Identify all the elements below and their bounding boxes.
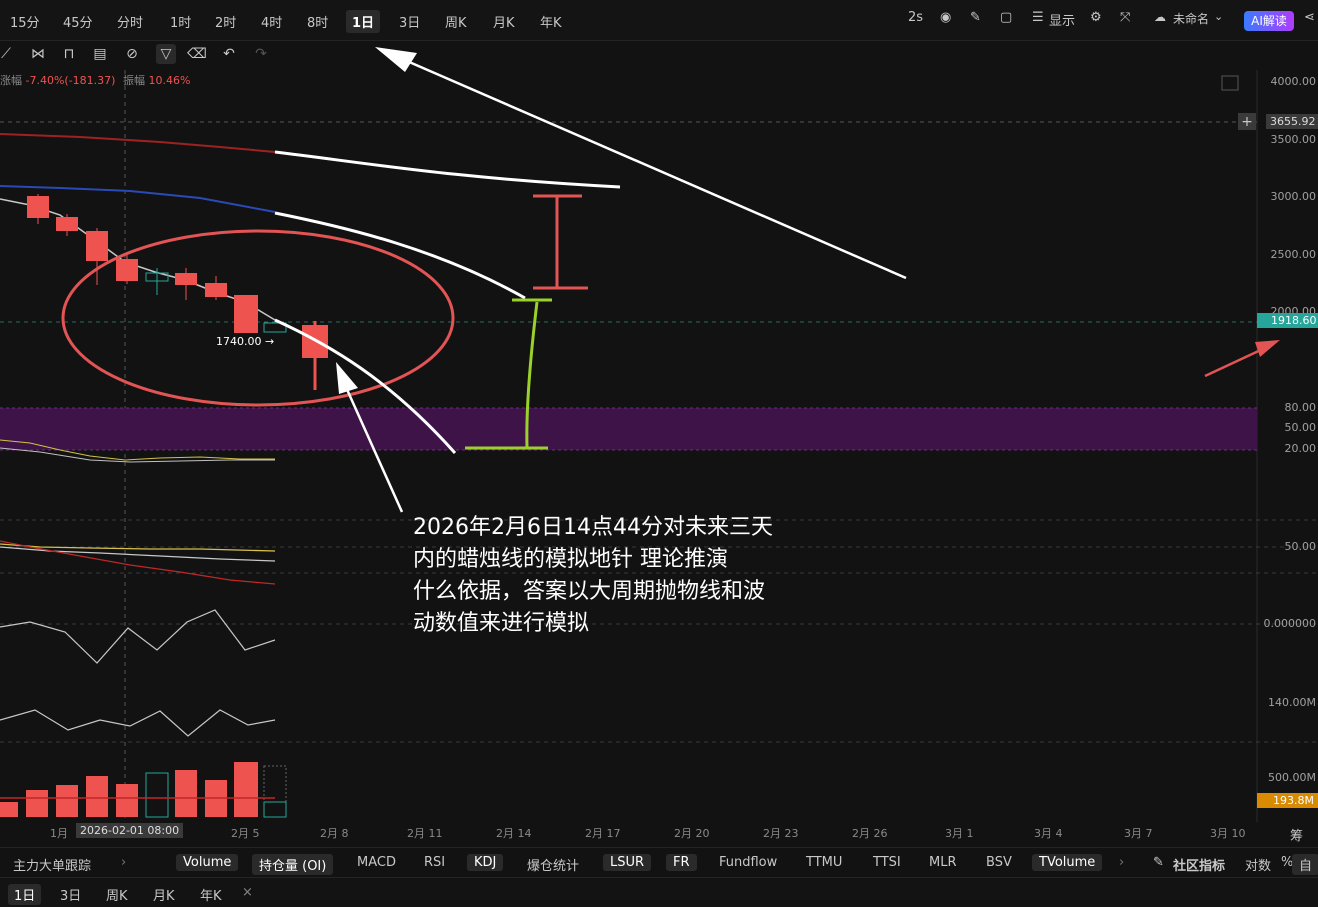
tab-month[interactable]: 月K: [147, 884, 181, 905]
annotation-line-4: 动数值来进行模拟: [413, 611, 590, 636]
x-tick: 2月 17: [585, 827, 621, 840]
indicator-bsv[interactable]: BSV: [979, 854, 1019, 871]
volume-bar: [263, 801, 287, 818]
annotation-line-1: 2026年2月6日14点44分对未来三天: [413, 515, 773, 540]
volume-bar: [26, 790, 48, 817]
arrow-to-timeframe-head: [375, 47, 417, 72]
projection-mid-curve: [274, 211, 526, 300]
volume-tick: 500.00M: [1268, 771, 1316, 784]
indicator-volume[interactable]: Volume: [176, 854, 239, 871]
indicator-mlr[interactable]: MLR: [922, 854, 964, 871]
indicator-oi[interactable]: 持仓量 (OI): [252, 854, 334, 875]
x-tick: 3月 4: [1034, 827, 1063, 840]
chevron-right-icon[interactable]: ›: [114, 854, 133, 871]
arrow-to-candle-head: [336, 362, 358, 394]
x-tick: 2月 26: [852, 827, 888, 840]
tab-year[interactable]: 年K: [194, 884, 228, 905]
main-order-tracker[interactable]: 主力大单跟踪: [6, 854, 98, 875]
last-price-tag: 1918.60: [1257, 313, 1318, 328]
x-tick: 2月 8: [320, 827, 349, 840]
volume-bar: [86, 776, 108, 817]
ma-long-line: [0, 133, 276, 153]
price-tick: 3000.00: [1270, 190, 1317, 203]
arrow-to-timeframe-line: [399, 56, 907, 280]
crosshair-price-tag: 3655.92: [1266, 114, 1318, 129]
x-tick: 2月 23: [763, 827, 799, 840]
kdj-tick: 20.00: [1284, 442, 1317, 455]
kdj-d-line: [0, 447, 275, 463]
annotation-line-2: 内的蜡烛线的模拟地针 理论推演: [413, 547, 728, 572]
indicator-ttsi[interactable]: TTSI: [866, 854, 908, 871]
crosshair-date-tag: 2026-02-01 08:00: [76, 823, 184, 838]
candle: [234, 295, 258, 333]
x-tick: 3月 7: [1124, 827, 1153, 840]
volume-bars: [0, 762, 287, 818]
fit-scale-icon[interactable]: [1221, 75, 1239, 91]
bottom-period-tabs: 1日 3日 周K 月K 年K ×: [0, 877, 1318, 907]
indicator-fr[interactable]: FR: [666, 854, 697, 871]
oscillator-line: [0, 609, 276, 664]
arrow-to-price-line: [1204, 346, 1266, 378]
kdj-tick: 80.00: [1284, 401, 1317, 414]
annotation-line-3: 什么依据，答案以大周期抛物线和波: [413, 579, 766, 604]
indicator-ttmu[interactable]: TTMU: [799, 854, 849, 871]
indicator-fundflow[interactable]: Fundflow: [712, 854, 784, 871]
price-tick: 4000.00: [1270, 75, 1317, 88]
volume-bar: [263, 765, 287, 818]
volume-bar: [0, 802, 18, 817]
chart-canvas[interactable]: +: [0, 0, 1318, 906]
volume-tag: 193.8M: [1257, 793, 1318, 808]
indicator-lsur[interactable]: LSUR: [603, 854, 652, 871]
projection-upper-curve: [274, 150, 621, 189]
volume-bar: [116, 784, 138, 817]
indicator-liquidation[interactable]: 爆仓统计: [520, 854, 586, 875]
tab-3d[interactable]: 3日: [54, 884, 87, 905]
chevron-right-icon[interactable]: ›: [1112, 854, 1131, 871]
indicator-rsi[interactable]: RSI: [417, 854, 452, 871]
volume-bar: [145, 772, 169, 818]
close-icon[interactable]: ×: [236, 884, 259, 901]
auto-scale-toggle[interactable]: 自: [1292, 854, 1318, 875]
x-tick: 2月 11: [407, 827, 443, 840]
volume-bar: [234, 762, 258, 817]
community-indicators-button[interactable]: 社区指标: [1166, 854, 1232, 875]
oi-tick: 140.00M: [1268, 696, 1316, 709]
x-tick: 2月 20: [674, 827, 710, 840]
volume-bar: [175, 770, 197, 817]
indicator-tvolume[interactable]: TVolume: [1032, 854, 1103, 871]
arrow-to-price-head: [1255, 340, 1280, 357]
indicator-kdj[interactable]: KDJ: [467, 854, 504, 871]
indicator-bar: 主力大单跟踪 › Volume 持仓量 (OI) MACD RSI KDJ 爆仓…: [0, 847, 1318, 878]
plus-icon[interactable]: +: [1241, 114, 1253, 130]
kdj-band: [0, 408, 1257, 450]
annotation-text: 2026年2月6日14点44分对未来三天 内的蜡烛线的模拟地针 理论推演 什么依…: [413, 512, 813, 640]
macd-tick: 50.00: [1284, 540, 1317, 553]
low-price-label: 1740.00 →: [216, 335, 275, 348]
x-tick: 3月 1: [945, 827, 974, 840]
x-tick: 3月 10: [1210, 827, 1246, 840]
log-scale-toggle[interactable]: 对数: [1238, 854, 1278, 875]
tab-1d[interactable]: 1日: [8, 884, 42, 905]
volume-bar: [56, 785, 78, 817]
x-tick: 1月: [50, 827, 68, 840]
tab-week[interactable]: 周K: [100, 884, 134, 905]
osc-tick: 0.000000: [1263, 617, 1317, 630]
x-tick: 2月 5: [231, 827, 260, 840]
indicator-macd[interactable]: MACD: [350, 854, 403, 871]
price-tick: 2500.00: [1270, 248, 1317, 261]
chips-button[interactable]: 筹: [1290, 825, 1303, 844]
price-tick: 3500.00: [1270, 133, 1317, 146]
x-tick: 2月 14: [496, 827, 532, 840]
oi-line: [0, 709, 276, 737]
kdj-tick: 50.00: [1284, 421, 1317, 434]
